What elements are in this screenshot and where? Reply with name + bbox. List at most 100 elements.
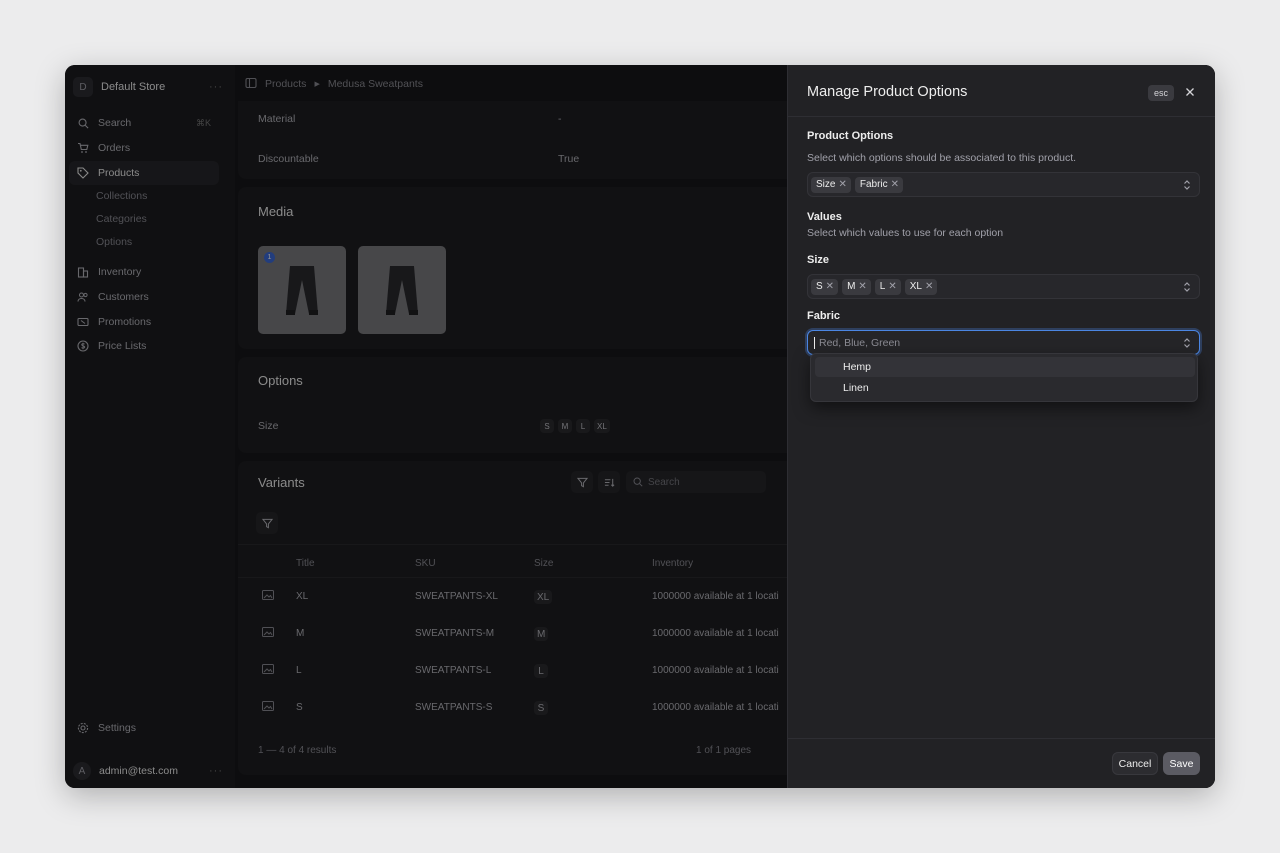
value-tag-xl: XL ✕ xyxy=(904,278,938,295)
drawer-title: Manage Product Options xyxy=(807,84,968,100)
sidebar-subitem-options[interactable]: Options xyxy=(96,232,132,252)
product-options-label: Product Options xyxy=(807,130,894,142)
image-placeholder-icon xyxy=(262,590,274,603)
option-values: S M L XL xyxy=(540,419,614,433)
cart-icon xyxy=(77,142,89,154)
remove-tag-icon[interactable]: ✕ xyxy=(838,179,846,190)
search-icon xyxy=(77,117,89,129)
options-card: Options Size S M L XL xyxy=(238,357,798,453)
chevron-up-down-icon xyxy=(1184,338,1190,348)
building-icon xyxy=(77,266,89,278)
value-tag-m: M ✕ xyxy=(842,278,871,295)
cancel-button[interactable]: Cancel xyxy=(1112,752,1158,775)
tag-icon xyxy=(77,167,89,179)
remove-tag-icon[interactable]: ✕ xyxy=(826,281,834,292)
manage-options-drawer: Manage Product Options esc Product Optio… xyxy=(787,65,1215,788)
sidebar-item-inventory[interactable]: Inventory xyxy=(69,260,219,284)
variant-sku: SWEATPANTS-XL xyxy=(415,591,498,602)
sidebar-item-price-lists[interactable]: Price Lists xyxy=(69,334,219,358)
variant-size: M xyxy=(534,627,549,641)
sort-button[interactable] xyxy=(598,471,620,493)
chevron-up-down-icon xyxy=(1184,180,1190,190)
sidebar: D Default Store ··· Search ⌘K Orders Pro… xyxy=(65,65,235,788)
fabric-label: Fabric xyxy=(807,310,841,322)
sidebar-item-label: Orders xyxy=(98,142,131,154)
product-image[interactable]: 1 xyxy=(258,246,346,334)
sidebar-item-settings[interactable]: Settings xyxy=(69,716,219,740)
filter-icon xyxy=(261,518,273,528)
fabric-values-input[interactable]: Red, Blue, Green xyxy=(807,330,1200,355)
tag-label: S xyxy=(816,281,823,292)
attribute-value: True xyxy=(558,153,580,165)
column-header-sku[interactable]: SKU xyxy=(415,558,436,569)
attribute-label: Discountable xyxy=(258,153,319,165)
sweatpants-image xyxy=(286,266,318,315)
remove-tag-icon[interactable]: ✕ xyxy=(858,281,866,292)
close-button[interactable] xyxy=(1182,84,1198,100)
filter-icon xyxy=(576,477,588,487)
option-value-chip: XL xyxy=(594,419,610,433)
variant-inventory: 1000000 available at 1 locati xyxy=(652,591,779,602)
column-header-title[interactable]: Title xyxy=(296,558,315,569)
esc-key-hint: esc xyxy=(1148,85,1175,101)
divider xyxy=(238,577,798,578)
column-header-inventory[interactable]: Inventory xyxy=(652,558,693,569)
column-header-size[interactable]: Size xyxy=(534,558,553,569)
variants-search-input[interactable]: Search xyxy=(626,471,766,493)
product-image[interactable] xyxy=(358,246,446,334)
sidebar-item-label: Inventory xyxy=(98,266,142,278)
user-email: admin@test.com xyxy=(99,765,178,777)
option-tag-size: Size ✕ xyxy=(811,176,851,193)
sidebar-subitem-categories[interactable]: Categories xyxy=(96,209,147,229)
sidebar-item-label: Customers xyxy=(98,291,149,303)
fabric-placeholder: Red, Blue, Green xyxy=(819,336,901,349)
page-count: 1 of 1 pages xyxy=(696,745,752,756)
remove-tag-icon[interactable]: ✕ xyxy=(925,281,933,292)
add-filter-button[interactable] xyxy=(256,512,278,534)
value-tag-s: S ✕ xyxy=(811,278,839,295)
more-icon[interactable]: ··· xyxy=(209,81,223,93)
dropdown-option-hemp[interactable]: Hemp xyxy=(815,357,1195,377)
user-menu[interactable]: A admin@test.com ··· xyxy=(73,759,223,783)
currency-icon xyxy=(77,340,89,352)
remove-tag-icon[interactable]: ✕ xyxy=(891,179,899,190)
sidebar-item-search[interactable]: Search ⌘K xyxy=(69,111,219,135)
filter-button[interactable] xyxy=(571,471,593,493)
sidebar-item-label: Products xyxy=(98,167,140,179)
sidebar-item-products[interactable]: Products xyxy=(69,161,219,185)
product-options-select[interactable]: Size ✕ Fabric ✕ xyxy=(807,172,1200,197)
variant-title: XL xyxy=(296,591,309,602)
sidebar-item-promotions[interactable]: Promotions xyxy=(69,310,219,334)
variant-size: L xyxy=(534,664,548,678)
save-button[interactable]: Save xyxy=(1163,752,1200,775)
drawer-footer: Cancel Save xyxy=(788,738,1215,788)
variant-size: S xyxy=(534,701,548,715)
sidebar-item-label: Settings xyxy=(98,722,136,734)
value-tag-l: L ✕ xyxy=(874,278,901,295)
sweatpants-image xyxy=(386,266,418,315)
option-tag-fabric: Fabric ✕ xyxy=(854,176,904,193)
divider xyxy=(238,544,798,545)
sidebar-item-orders[interactable]: Orders xyxy=(69,136,219,160)
variants-title: Variants xyxy=(258,475,305,490)
sidebar-item-customers[interactable]: Customers xyxy=(69,285,219,309)
sidebar-toggle-icon[interactable] xyxy=(245,77,257,92)
sidebar-subitem-collections[interactable]: Collections xyxy=(96,186,147,206)
search-placeholder: Search xyxy=(648,476,680,488)
size-values-select[interactable]: S ✕ M ✕ L ✕ XL ✕ xyxy=(807,274,1200,299)
store-switcher[interactable]: D Default Store ··· xyxy=(73,73,223,101)
breadcrumb-current: Medusa Sweatpants xyxy=(327,78,423,90)
breadcrumb-products[interactable]: Products xyxy=(265,78,306,90)
dropdown-option-linen[interactable]: Linen xyxy=(815,378,1195,398)
variant-title: S xyxy=(296,702,303,713)
variant-inventory: 1000000 available at 1 locati xyxy=(652,628,779,639)
chevron-right-icon: ▶ xyxy=(314,81,320,88)
fabric-options-dropdown: Hemp Linen xyxy=(810,353,1198,402)
tag-label: XL xyxy=(909,281,922,292)
more-icon[interactable]: ··· xyxy=(209,765,223,777)
remove-tag-icon[interactable]: ✕ xyxy=(888,281,896,292)
attributes-card: Material - Discountable True xyxy=(238,101,798,179)
tag-label: M xyxy=(847,281,856,292)
media-card: Media 1 xyxy=(238,187,798,349)
values-label: Values xyxy=(807,211,842,223)
